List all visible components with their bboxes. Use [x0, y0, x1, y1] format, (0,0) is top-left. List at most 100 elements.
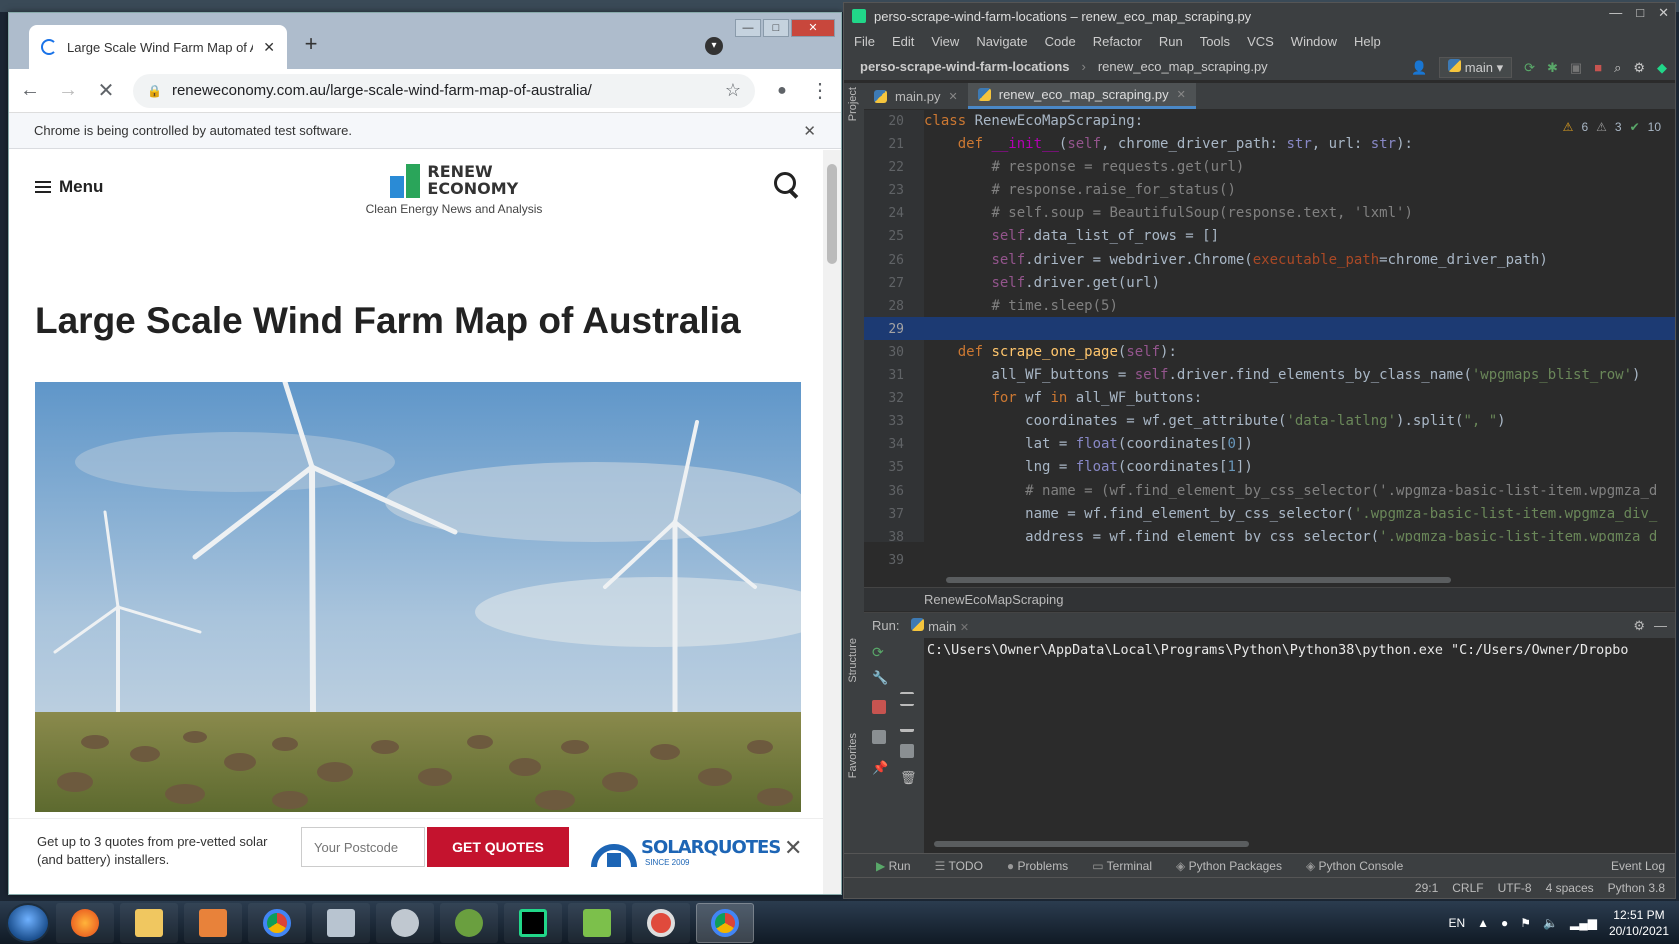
- volume-icon[interactable]: 🔈: [1543, 916, 1558, 930]
- taskbar-chart-app[interactable]: [568, 902, 626, 943]
- flag-icon[interactable]: ⚑: [1520, 916, 1531, 930]
- ide-maximize-button[interactable]: □: [1636, 5, 1644, 21]
- bookmark-star-icon[interactable]: ☆: [725, 80, 741, 101]
- status-item[interactable]: 29:1: [1415, 881, 1438, 895]
- editor-tab-main[interactable]: main.py ✕: [864, 83, 968, 109]
- print-icon[interactable]: [900, 744, 914, 758]
- ide-menu-item[interactable]: Edit: [892, 34, 914, 49]
- address-bar[interactable]: 🔒 reneweconomy.com.au/large-scale-wind-f…: [133, 73, 755, 108]
- ide-menu-item[interactable]: Tools: [1200, 34, 1230, 49]
- console-output[interactable]: C:\Users\Owner\AppData\Local\Programs\Py…: [927, 643, 1672, 658]
- site-search-icon[interactable]: [774, 172, 800, 198]
- language-indicator[interactable]: EN: [1448, 916, 1465, 930]
- ide-menu-item[interactable]: Navigate: [976, 34, 1027, 49]
- ide-menu-item[interactable]: Refactor: [1093, 34, 1142, 49]
- close-button[interactable]: ✕: [791, 19, 835, 37]
- ide-menu-item[interactable]: View: [931, 34, 959, 49]
- banner-close-icon[interactable]: ✕: [784, 835, 802, 861]
- infobar-close-icon[interactable]: ✕: [803, 122, 816, 140]
- run-hide-icon[interactable]: —: [1654, 618, 1667, 633]
- ide-menu-item[interactable]: Code: [1045, 34, 1076, 49]
- ide-close-button[interactable]: ✕: [1658, 5, 1669, 21]
- ide-menu-item[interactable]: File: [854, 34, 875, 49]
- ide-menu-item[interactable]: Help: [1354, 34, 1381, 49]
- postcode-input[interactable]: [301, 827, 425, 867]
- site-logo[interactable]: RENEW ECONOMY Clean Energy News and Anal…: [354, 162, 554, 216]
- structure-tool-label[interactable]: Structure: [847, 638, 859, 683]
- debug-icon[interactable]: ✱: [1547, 60, 1558, 76]
- tab-close-icon[interactable]: ✕: [1177, 88, 1186, 101]
- rerun-icon[interactable]: ⟳: [1524, 60, 1535, 76]
- browser-menu-icon[interactable]: ⋮: [809, 78, 831, 103]
- rerun-icon[interactable]: ⟳: [872, 644, 886, 660]
- taskbar-snipping[interactable]: [376, 902, 434, 943]
- network-icon[interactable]: ▂▄▆: [1570, 916, 1597, 930]
- code-editor[interactable]: class RenewEcoMapScraping: def __init__(…: [924, 110, 1675, 542]
- url-text[interactable]: reneweconomy.com.au/large-scale-wind-far…: [172, 82, 715, 99]
- tool-tab-problems[interactable]: ● Problems: [1007, 859, 1068, 873]
- project-tool-label[interactable]: Project: [847, 87, 859, 121]
- wrench-icon[interactable]: 🔧: [872, 670, 888, 685]
- trash-icon[interactable]: 🗑: [900, 770, 917, 785]
- tool-tab-terminal[interactable]: ▭ Terminal: [1092, 859, 1152, 873]
- tray-expand-icon[interactable]: ▲: [1477, 916, 1489, 930]
- scroll-end-icon[interactable]: [900, 718, 914, 732]
- taskbar-qgis[interactable]: [440, 902, 498, 943]
- page-scrollbar[interactable]: [823, 150, 841, 894]
- stop-loading-icon[interactable]: ✕: [95, 78, 117, 103]
- taskbar-explorer[interactable]: [120, 902, 178, 943]
- tool-tab-python-packages[interactable]: ◈ Python Packages: [1176, 859, 1282, 873]
- settings-gear-icon[interactable]: ⚙: [1633, 60, 1645, 76]
- update-icon[interactable]: ◆: [1657, 60, 1667, 76]
- taskbar-firefox[interactable]: [56, 902, 114, 943]
- tool-tab-todo[interactable]: ☰ TODO: [935, 859, 983, 873]
- status-item[interactable]: CRLF: [1452, 881, 1483, 895]
- site-menu-button[interactable]: Menu: [35, 177, 103, 197]
- soft-wrap-icon[interactable]: [900, 692, 914, 706]
- editor-hscrollbar[interactable]: [946, 577, 1451, 583]
- ide-menu-item[interactable]: VCS: [1247, 34, 1274, 49]
- taskbar-chrome-automation[interactable]: [696, 902, 754, 943]
- back-icon[interactable]: ←: [19, 79, 41, 102]
- chrome-tray-icon[interactable]: ●: [1501, 916, 1508, 930]
- nav-project-name[interactable]: perso-scrape-wind-farm-locations: [860, 59, 1070, 74]
- run-settings-icon[interactable]: ⚙: [1633, 618, 1645, 634]
- inspection-widget[interactable]: ⚠ 6 ⚠ 3 ✔ 10: [1563, 120, 1661, 134]
- tool-tab-python-console[interactable]: ◈ Python Console: [1306, 859, 1403, 873]
- search-everywhere-icon[interactable]: ⌕: [1614, 60, 1621, 76]
- maximize-button[interactable]: □: [763, 19, 789, 37]
- tab-close-icon[interactable]: ✕: [263, 39, 275, 56]
- taskbar-pycharm[interactable]: [504, 902, 562, 943]
- favorites-tool-label[interactable]: Favorites: [847, 733, 859, 778]
- minimize-button[interactable]: —: [735, 19, 761, 37]
- tab-close-icon[interactable]: ✕: [949, 90, 958, 103]
- get-quotes-button[interactable]: GET QUOTES: [427, 827, 569, 867]
- event-log-button[interactable]: Event Log: [1611, 854, 1665, 878]
- taskbar-screen-recorder[interactable]: [632, 902, 690, 943]
- user-icon[interactable]: 👤: [1411, 60, 1427, 76]
- taskbar-media[interactable]: [184, 902, 242, 943]
- ide-menu-item[interactable]: Window: [1291, 34, 1337, 49]
- clock[interactable]: 12:51 PM 20/10/2021: [1609, 907, 1669, 939]
- browser-tab-active[interactable]: Large Scale Wind Farm Map of A ✕: [29, 25, 287, 69]
- new-tab-button[interactable]: +: [297, 31, 325, 59]
- profile-avatar-icon[interactable]: ●: [771, 82, 793, 100]
- stop-icon[interactable]: [872, 700, 886, 714]
- nav-file-name[interactable]: renew_eco_map_scraping.py: [1098, 59, 1268, 74]
- editor-tab-scraping[interactable]: renew_eco_map_scraping.py ✕: [967, 83, 1196, 109]
- solarquotes-logo[interactable]: SOLARQUOTES SINCE 2009: [589, 829, 781, 869]
- run-config-selector[interactable]: main ▾: [1439, 57, 1513, 78]
- taskbar-calculator[interactable]: [312, 902, 370, 943]
- status-item[interactable]: UTF-8: [1498, 881, 1532, 895]
- coverage-icon[interactable]: ▣: [1570, 60, 1582, 76]
- console-hscrollbar[interactable]: [934, 841, 1249, 847]
- stop-icon[interactable]: ■: [1594, 60, 1602, 75]
- taskbar-chrome[interactable]: [248, 902, 306, 943]
- pin-icon[interactable]: 📌: [872, 760, 888, 775]
- start-button[interactable]: [6, 902, 50, 943]
- layout-icon[interactable]: [872, 730, 886, 744]
- forward-icon[interactable]: →: [57, 79, 79, 102]
- status-item[interactable]: Python 3.8: [1608, 881, 1665, 895]
- scrollbar-thumb[interactable]: [827, 164, 837, 264]
- ide-menu-item[interactable]: Run: [1159, 34, 1183, 49]
